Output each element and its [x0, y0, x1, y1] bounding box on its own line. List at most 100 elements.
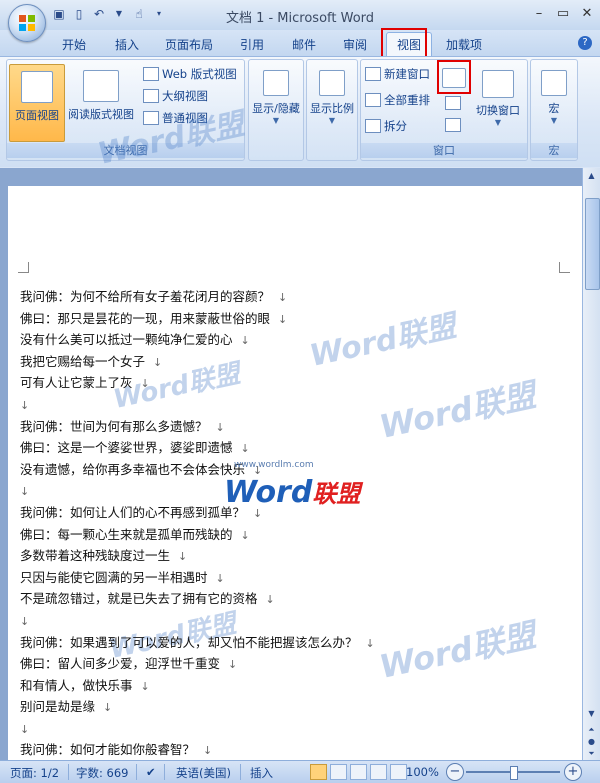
proofing-icon[interactable]: ✔ — [146, 765, 156, 779]
reading-view-label: 阅读版式视图 — [68, 108, 134, 121]
close-icon[interactable]: ✕ — [580, 6, 594, 21]
paragraph-mark-icon: ↓ — [20, 722, 30, 736]
status-divider — [136, 764, 137, 780]
draft-icon — [143, 111, 159, 125]
next-page-icon[interactable]: ⏷ — [585, 748, 598, 760]
document-text[interactable]: 我问佛：为何不给所有女子羞花闭月的容颜？ ↓ 佛曰：那只是昙花的一现，用来蒙蔽世俗的… — [20, 286, 375, 761]
watermark-logo: Word联盟 — [376, 615, 539, 686]
paragraph-line[interactable]: 佛曰：每一颗心生来就是孤单而残缺的 ↓ — [20, 524, 375, 546]
paragraph-line[interactable]: 我问佛：世间为何有那么多遗憾？ ↓ — [20, 416, 375, 438]
group-zoom: 显示比例 ▼ — [306, 59, 358, 161]
paragraph-mark-icon: ↓ — [103, 701, 113, 715]
switch-windows-icon — [482, 70, 514, 98]
reset-window-button[interactable] — [445, 118, 461, 132]
arrange-all-button[interactable]: 全部重排 — [365, 92, 430, 108]
paragraph-line[interactable]: 佛曰：这是一个婆娑世界，婆娑即遗憾 ↓ — [20, 437, 375, 459]
web-layout-button[interactable]: Web 版式视图 — [143, 66, 237, 82]
word-count[interactable]: 字数: 669 — [76, 765, 128, 781]
sync-scroll-button[interactable] — [445, 96, 461, 110]
zoom-button[interactable]: 显示比例 ▼ — [307, 64, 357, 125]
outline-button[interactable]: 大纲视图 — [143, 88, 208, 104]
reading-layout-icon[interactable] — [330, 764, 347, 780]
help-icon[interactable]: ? — [578, 36, 592, 50]
outline-icon[interactable] — [370, 764, 387, 780]
tab-review[interactable]: 审阅 — [343, 36, 367, 53]
document-page[interactable]: Word联盟 Word联盟 Word联盟 Word联盟 Word联盟 Word联… — [8, 107, 582, 761]
print-layout-icon[interactable] — [310, 764, 327, 780]
tab-references[interactable]: 引用 — [240, 36, 264, 53]
vertical-scrollbar[interactable]: ▲ ▼ ⏶ ● ⏷ — [582, 168, 600, 760]
paragraph-line[interactable]: 别问是劫是缘 ↓ — [20, 696, 375, 718]
new-window-button[interactable]: 新建窗口 — [365, 66, 430, 82]
insert-mode[interactable]: 插入 — [250, 765, 273, 781]
paragraph-line[interactable]: 和有情人，做快乐事 ↓ — [20, 675, 375, 697]
paragraph-line[interactable]: 我问佛：为何不给所有女子羞花闭月的容颜？ ↓ — [20, 286, 375, 308]
paragraph-line[interactable]: ↓ — [20, 718, 375, 740]
office-logo-icon — [19, 15, 35, 31]
paragraph-line[interactable]: 没有什么美可以抵过一颗纯净仁爱的心 ↓ — [20, 329, 375, 351]
zoom-out-icon[interactable]: − — [446, 763, 464, 781]
office-button[interactable] — [8, 4, 46, 42]
paragraph-line[interactable]: 不是疏忽错过，就是已失去了拥有它的资格 ↓ — [20, 588, 375, 610]
scroll-up-icon[interactable]: ▲ — [585, 170, 598, 182]
paragraph-mark-icon: ↓ — [278, 312, 288, 326]
draft-icon[interactable] — [390, 764, 407, 780]
group-macros: 宏 ▼ 宏 — [530, 59, 578, 161]
scroll-thumb[interactable] — [585, 198, 600, 290]
split-button[interactable]: 拆分 — [365, 118, 407, 134]
prev-page-icon[interactable]: ⏶ — [585, 724, 598, 736]
full-screen-reading-button[interactable]: 阅读版式视图 — [67, 64, 135, 140]
paragraph-mark-icon: ↓ — [178, 550, 188, 564]
group-label-document-views: 文档视图 — [7, 143, 244, 158]
ribbon-tabs: 开始 插入 页面布局 引用 邮件 审阅 视图 加载项 — [0, 30, 600, 57]
minimize-icon[interactable]: – — [532, 6, 546, 21]
paragraph-line[interactable]: 可有人让它蒙上了灰 ↓ — [20, 372, 375, 394]
paragraph-line[interactable]: 我问佛：如何才能如你般睿智？ ↓ — [20, 739, 375, 761]
paragraph-line[interactable]: ↓ — [20, 610, 375, 632]
paragraph-text: 别问是劫是缘 — [20, 699, 96, 715]
page-count[interactable]: 页面: 1/2 — [10, 765, 59, 781]
tab-addins[interactable]: 加载项 — [446, 36, 482, 53]
switch-windows-button[interactable]: 切换窗口 ▼ — [471, 64, 525, 127]
split-label: 拆分 — [384, 119, 407, 133]
web-layout-icon — [143, 67, 159, 81]
chevron-down-icon: ▼ — [494, 118, 502, 127]
browse-object-icon[interactable]: ● — [585, 736, 598, 748]
paragraph-line[interactable]: 我把它赐给每一个女子 ↓ — [20, 351, 375, 373]
zoom-percent[interactable]: 100% — [406, 765, 439, 779]
paragraph-line[interactable]: 佛曰：那只是昙花的一现，用来蒙蔽世俗的眼 ↓ — [20, 308, 375, 330]
draft-button[interactable]: 普通视图 — [143, 110, 208, 126]
paragraph-line[interactable]: 我问佛：如果遇到了可以爱的人，却又怕不能把握该怎么办？ ↓ — [20, 632, 375, 654]
paragraph-line[interactable]: 只因与能使它圆满的另一半相遇时 ↓ — [20, 567, 375, 589]
window-title: 文档 1 - Microsoft Word — [225, 11, 375, 26]
arrange-all-icon — [365, 93, 381, 107]
paragraph-line[interactable]: 多数带着这种残缺度过一生 ↓ — [20, 545, 375, 567]
tab-insert[interactable]: 插入 — [115, 36, 139, 53]
web-layout-icon[interactable] — [350, 764, 367, 780]
language[interactable]: 英语(美国) — [176, 765, 231, 781]
print-layout-button[interactable]: 页面视图 — [9, 64, 65, 142]
scroll-down-icon[interactable]: ▼ — [585, 708, 598, 720]
tab-page-layout[interactable]: 页面布局 — [165, 36, 213, 53]
tab-mailings[interactable]: 邮件 — [292, 36, 316, 53]
show-hide-button[interactable]: 显示/隐藏 ▼ — [249, 64, 303, 125]
watermark-url: www.wordlm.com — [234, 460, 314, 470]
watermark-brand-cn: 联盟 — [312, 480, 361, 508]
margin-corner-left — [18, 262, 29, 273]
reset-window-icon — [445, 118, 461, 132]
paragraph-line[interactable]: ↓ — [20, 394, 375, 416]
macros-button[interactable]: 宏 ▼ — [531, 64, 577, 125]
tab-home[interactable]: 开始 — [62, 36, 86, 53]
zoom-in-icon[interactable]: + — [564, 763, 582, 781]
paragraph-mark-icon: ↓ — [20, 614, 30, 628]
split-icon — [365, 119, 381, 133]
zoom-slider-handle[interactable] — [510, 766, 518, 780]
paragraph-text: 不是疏忽错过，就是已失去了拥有它的资格 — [20, 591, 258, 607]
paragraph-text: 我问佛：如何才能如你般睿智？ — [20, 742, 196, 758]
paragraph-mark-icon: ↓ — [215, 571, 225, 585]
paragraph-text: 佛曰：这是一个婆娑世界，婆娑即遗憾 — [20, 440, 233, 456]
sync-scroll-icon — [445, 96, 461, 110]
paragraph-line[interactable]: 佛曰：留人间多少爱，迎浮世千重变 ↓ — [20, 653, 375, 675]
restore-icon[interactable]: ▭ — [556, 6, 570, 21]
margin-corner-right — [559, 262, 570, 273]
